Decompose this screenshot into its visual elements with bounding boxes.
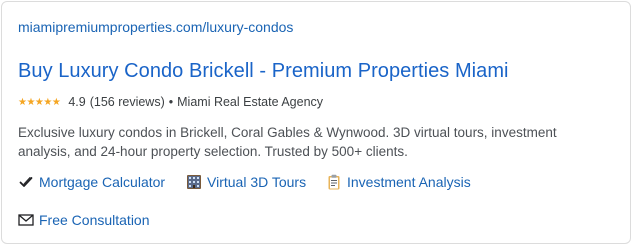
sitelink-label: Virtual 3D Tours [207, 174, 307, 190]
checkmark-icon [18, 174, 34, 190]
separator-dot: • [168, 95, 174, 109]
sitelink-mortgage-calculator[interactable]: Mortgage Calculator [18, 174, 165, 190]
clipboard-icon [326, 174, 342, 190]
agency-name: Miami Real Estate Agency [177, 95, 324, 109]
result-title-link[interactable]: Buy Luxury Condo Brickell - Premium Prop… [18, 60, 509, 83]
star-rating-icon: ★★★★★ [18, 96, 61, 108]
review-count: (156 reviews) [89, 95, 165, 109]
result-description: Exclusive luxury condos in Brickell, Cor… [18, 125, 557, 159]
building-icon [186, 174, 202, 190]
sitelink-label: Mortgage Calculator [39, 174, 166, 190]
result-url[interactable]: miamipremiumproperties.com/luxury-condos [18, 19, 293, 35]
rating-line: ★★★★★ 4.9 (156 reviews) • Miami Real Est… [18, 95, 323, 109]
sitelink-label: Free Consultation [39, 212, 150, 228]
rating-value: 4.9 [68, 95, 86, 109]
sitelink-virtual-3d-tours[interactable]: Virtual 3D Tours [186, 174, 306, 190]
sitelink-label: Investment Analysis [347, 174, 471, 190]
sitelink-free-consultation[interactable]: Free Consultation [18, 212, 150, 228]
sitelink-investment-analysis[interactable]: Investment Analysis [326, 174, 471, 190]
search-result-card: miamipremiumproperties.com/luxury-condos… [1, 1, 631, 244]
envelope-icon [18, 212, 34, 228]
